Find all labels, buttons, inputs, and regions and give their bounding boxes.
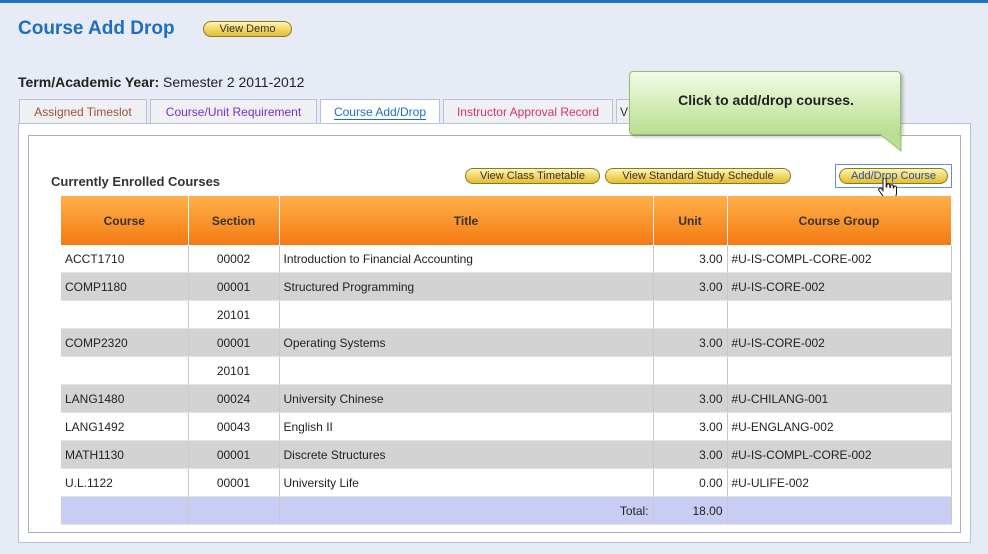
cell-unit: 3.00 [653,328,728,357]
enrolled-courses-table: Course Section Title Unit Course Group A… [61,196,952,525]
cell-course-group: #U-IS-CORE-002 [727,328,952,357]
cell-section: 00001 [188,468,280,497]
cell-course-group: #U-ULIFE-002 [727,468,952,497]
tab-course-add-drop[interactable]: Course Add/Drop [320,99,440,125]
cell-section: 00001 [188,272,280,301]
table-row: MATH1130 00001 Discrete Structures 3.00 … [61,440,952,469]
table-row: LANG1492 00043 English II 3.00 #U-ENGLAN… [61,412,952,441]
enrolled-courses-heading: Currently Enrolled Courses [51,174,221,189]
cell-course-group: #U-IS-COMPL-CORE-002 [727,440,952,469]
cell-unit: 3.00 [653,272,728,301]
cell-title: University Chinese [279,384,654,413]
cell-course [61,300,189,329]
term-academic-year: Term/Academic Year: Semester 2 2011-2012 [18,74,304,90]
tab-instructor-approval-record[interactable]: Instructor Approval Record [443,99,613,124]
column-header-unit: Unit [653,196,728,245]
tab-label: V [619,105,628,119]
total-label: Total: [279,496,654,525]
cell-course-group: #U-CHILANG-001 [727,384,952,413]
table-row: ACCT1710 00002 Introduction to Financial… [61,245,952,273]
term-value: Semester 2 2011-2012 [163,74,305,90]
cell-title: Discrete Structures [279,440,654,469]
cell-section: 00043 [188,412,280,441]
cell-section: 00001 [188,328,280,357]
cell-title [279,356,654,385]
total-units: 18.00 [653,496,728,525]
cell-unit [653,300,728,329]
cell-unit: 3.00 [653,412,728,441]
view-class-timetable-button[interactable]: View Class Timetable [465,168,600,184]
cell-section: 20101 [188,356,280,385]
tab-label: Instructor Approval Record [456,105,600,119]
cell-unit [653,356,728,385]
cell-empty [727,496,952,525]
enrolled-courses-box: Currently Enrolled Courses View Class Ti… [28,135,961,533]
column-header-course: Course [61,196,189,245]
cell-title: Operating Systems [279,328,654,357]
cell-title: English II [279,412,654,441]
view-standard-study-schedule-button[interactable]: View Standard Study Schedule [605,168,791,184]
cell-course-group: #U-IS-CORE-002 [727,272,952,301]
cell-title: Structured Programming [279,272,654,301]
tab-label: Course/Unit Requirement [165,105,302,119]
cell-section: 00024 [188,384,280,413]
cell-course: ACCT1710 [61,245,189,273]
cell-course: LANG1480 [61,384,189,413]
add-drop-hint-callout: Click to add/drop courses. [629,71,901,135]
cell-course: COMP1180 [61,272,189,301]
cell-course-group: #U-IS-COMPL-CORE-002 [727,245,952,273]
tab-assigned-timeslot[interactable]: Assigned Timeslot [19,99,147,124]
table-row: COMP1180 00001 Structured Programming 3.… [61,272,952,301]
tab-label: Course Add/Drop [333,105,427,120]
cell-unit: 3.00 [653,384,728,413]
table-row: 20101 [61,356,952,385]
cell-course: U.L.1122 [61,468,189,497]
cell-unit: 0.00 [653,468,728,497]
table-row: COMP2320 00001 Operating Systems 3.00 #U… [61,328,952,357]
callout-pointer [880,134,902,152]
cell-unit: 3.00 [653,440,728,469]
table-row: 20101 [61,300,952,329]
top-accent-bar [0,0,988,3]
term-label: Term/Academic Year: [18,74,160,90]
table-header-row: Course Section Title Unit Course Group [61,196,952,245]
course-add-drop-panel: Currently Enrolled Courses View Class Ti… [18,123,971,543]
cell-course: COMP2320 [61,328,189,357]
cell-unit: 3.00 [653,245,728,273]
cell-empty [188,496,280,525]
cell-section: 00001 [188,440,280,469]
cell-section: 20101 [188,300,280,329]
cell-course: LANG1492 [61,412,189,441]
tab-course-unit-requirement[interactable]: Course/Unit Requirement [150,99,317,124]
page-title: Course Add Drop [18,18,175,39]
cell-section: 00002 [188,245,280,273]
cell-title [279,300,654,329]
cell-empty [61,496,189,525]
table-row: U.L.1122 00001 University Life 0.00 #U-U… [61,468,952,497]
column-header-course-group: Course Group [727,196,952,245]
view-demo-button[interactable]: View Demo [203,21,292,37]
tab-label: Assigned Timeslot [34,105,132,119]
column-header-section: Section [188,196,280,245]
cell-title: Introduction to Financial Accounting [279,245,654,273]
total-row: Total: 18.00 [61,496,952,525]
cell-title: University Life [279,468,654,497]
cell-course [61,356,189,385]
column-header-title: Title [279,196,654,245]
cell-course-group [727,356,952,385]
cell-course-group: #U-ENGLANG-002 [727,412,952,441]
cell-course: MATH1130 [61,440,189,469]
callout-text: Click to add/drop courses. [678,92,854,108]
cell-course-group [727,300,952,329]
table-row: LANG1480 00024 University Chinese 3.00 #… [61,384,952,413]
